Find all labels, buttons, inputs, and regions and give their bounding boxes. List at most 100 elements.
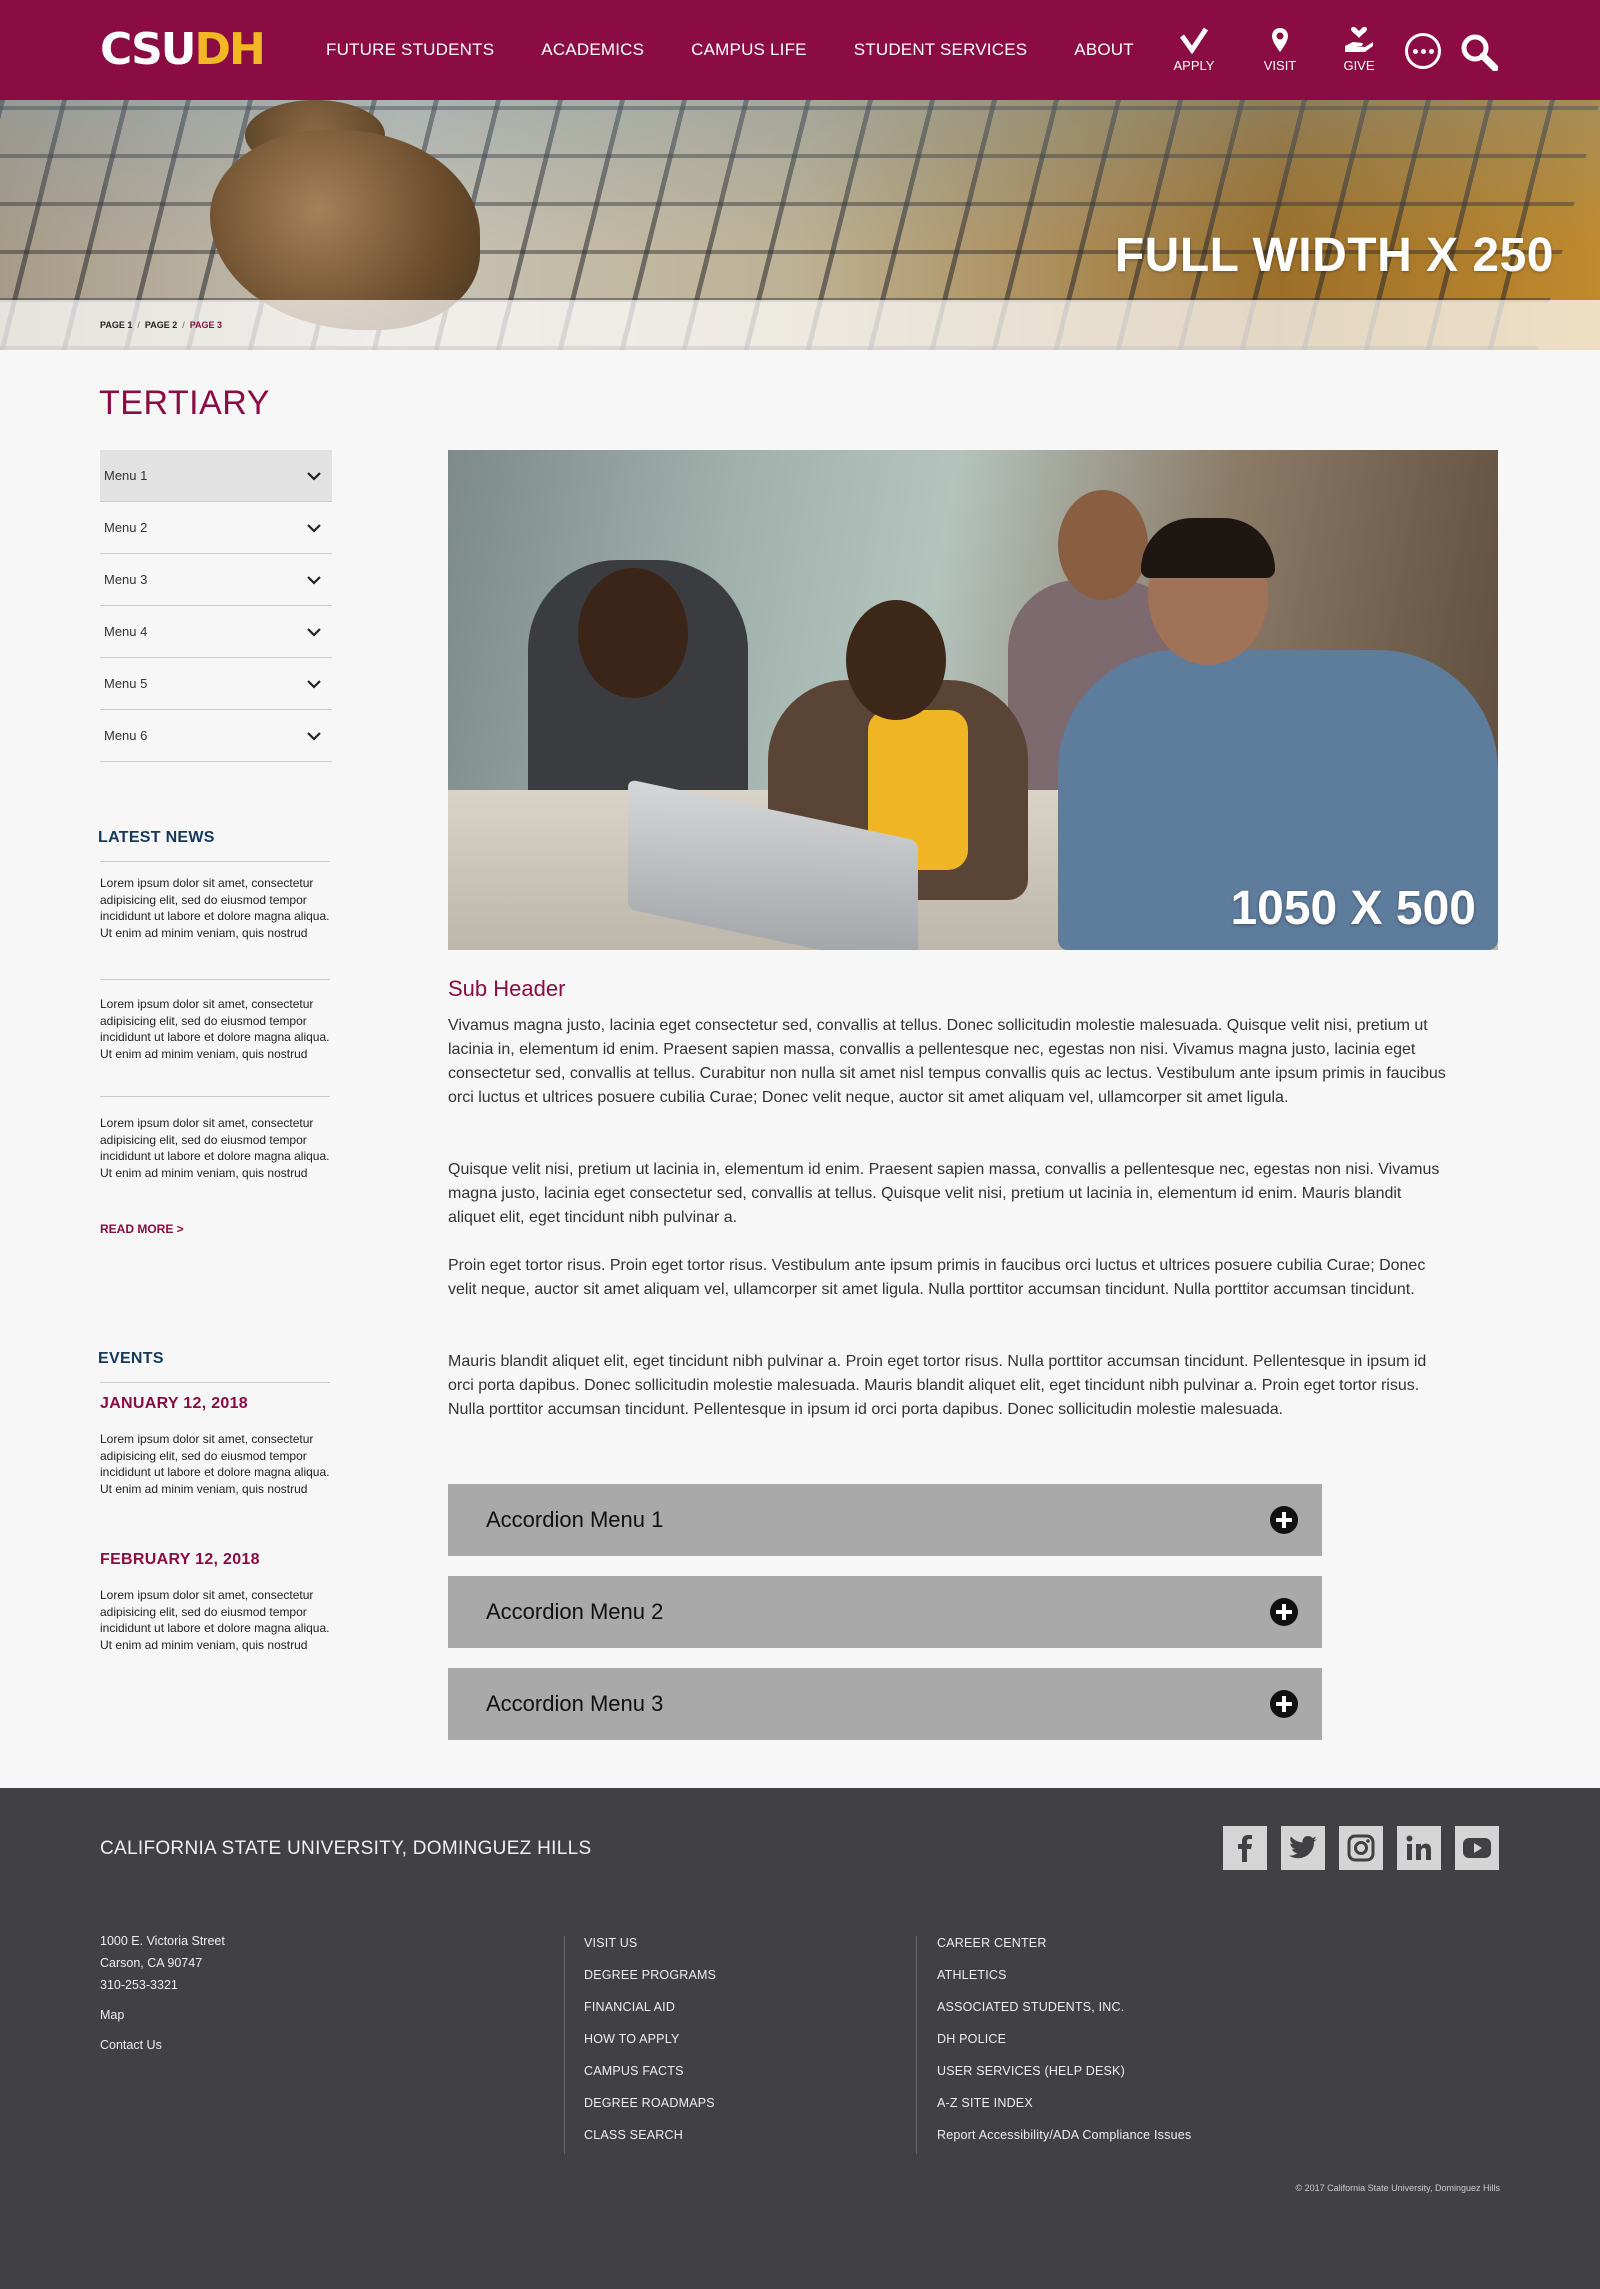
event-date[interactable]: JANUARY 12, 2018 (100, 1395, 248, 1413)
footer-link-user-services[interactable]: USER SERVICES (HELP DESK) (937, 2064, 1191, 2096)
footer-link-athletics[interactable]: ATHLETICS (937, 1968, 1191, 2000)
footer-link-how-to-apply[interactable]: HOW TO APPLY (584, 2032, 716, 2064)
breadcrumb-separator: / (182, 320, 185, 330)
footer-link-class-search[interactable]: CLASS SEARCH (584, 2128, 716, 2160)
apply-label: APPLY (1173, 58, 1215, 73)
give-link[interactable]: GIVE (1329, 26, 1389, 73)
footer-link-campus-facts[interactable]: CAMPUS FACTS (584, 2064, 716, 2096)
footer-link-visit-us[interactable]: VISIT US (584, 1936, 716, 1968)
divider (100, 1096, 330, 1097)
breadcrumb-page-2[interactable]: PAGE 2 (145, 320, 177, 330)
footer-link-associated-students[interactable]: ASSOCIATED STUDENTS, INC. (937, 2000, 1191, 2032)
footer-link-degree-roadmaps[interactable]: DEGREE ROADMAPS (584, 2096, 716, 2128)
divider (100, 1382, 330, 1383)
event-description: Lorem ipsum dolor sit amet, consectetur … (100, 1588, 330, 1652)
menu-label: Menu 6 (104, 728, 148, 743)
sidebar-menu-4[interactable]: Menu 4 (100, 606, 332, 658)
top-navigation-bar: CSUDH FUTURE STUDENTS ACADEMICS CAMPUS L… (0, 0, 1600, 100)
chevron-down-icon (307, 523, 321, 533)
address-phone[interactable]: 310-253-3321 (100, 1974, 225, 1996)
divider (100, 861, 330, 862)
breadcrumb-bar (0, 300, 1600, 350)
sidebar-menu-3[interactable]: Menu 3 (100, 554, 332, 606)
accordion-menu-2[interactable]: Accordion Menu 2 (448, 1576, 1322, 1648)
events-heading: EVENTS (98, 1350, 164, 1367)
divider (100, 979, 330, 980)
news-item[interactable]: Lorem ipsum dolor sit amet, consectetur … (100, 996, 330, 1062)
body-paragraph: Vivamus magna justo, lacinia eget consec… (448, 1017, 1446, 1106)
body-paragraph: Proin eget tortor risus. Proin eget tort… (448, 1257, 1426, 1298)
facebook-icon[interactable] (1223, 1826, 1267, 1870)
more-options-icon[interactable] (1405, 33, 1441, 69)
breadcrumb-page-1[interactable]: PAGE 1 (100, 320, 132, 330)
visit-link[interactable]: VISIT (1250, 26, 1310, 73)
footer-links-col-2: VISIT US DEGREE PROGRAMS FINANCIAL AID H… (584, 1936, 716, 2160)
footer-links-col-3: CAREER CENTER ATHLETICS ASSOCIATED STUDE… (937, 1936, 1191, 2160)
footer-divider (916, 1936, 917, 2154)
sidebar-menu-6[interactable]: Menu 6 (100, 710, 332, 762)
nav-campus-life[interactable]: CAMPUS LIFE (691, 40, 807, 60)
apply-link[interactable]: APPLY (1164, 26, 1224, 73)
visit-label: VISIT (1263, 58, 1297, 73)
footer-link-accessibility[interactable]: Report Accessibility/ADA Compliance Issu… (937, 2128, 1191, 2160)
nav-academics[interactable]: ACADEMICS (541, 40, 644, 60)
menu-label: Menu 3 (104, 572, 148, 587)
nav-about[interactable]: ABOUT (1074, 40, 1134, 60)
tertiary-menu: Menu 1 Menu 2 Menu 3 Menu 4 Menu 5 Menu … (100, 450, 332, 762)
give-label: GIVE (1343, 58, 1375, 73)
breadcrumb: PAGE 1 / PAGE 2 / PAGE 3 (100, 320, 222, 330)
contact-us-link[interactable]: Contact Us (100, 2034, 225, 2056)
breadcrumb-separator: / (137, 320, 140, 330)
address-street: 1000 E. Victoria Street (100, 1934, 225, 1948)
plus-circle-icon (1270, 1690, 1298, 1718)
section-title: TERTIARY (99, 384, 270, 422)
chevron-down-icon (307, 731, 321, 741)
accordion-menu-1[interactable]: Accordion Menu 1 (448, 1484, 1322, 1556)
news-item[interactable]: Lorem ipsum dolor sit amet, consectetur … (100, 1115, 330, 1181)
instagram-icon[interactable] (1339, 1826, 1383, 1870)
giving-hand-icon (1345, 26, 1373, 52)
chevron-down-icon (307, 471, 321, 481)
event-date[interactable]: FEBRUARY 12, 2018 (100, 1551, 260, 1569)
footer-link-career-center[interactable]: CAREER CENTER (937, 1936, 1191, 1968)
body-paragraph: Mauris blandit aliquet elit, eget tincid… (448, 1353, 1427, 1418)
sidebar-menu-5[interactable]: Menu 5 (100, 658, 332, 710)
youtube-icon[interactable] (1455, 1826, 1499, 1870)
sidebar-menu-2[interactable]: Menu 2 (100, 502, 332, 554)
footer-link-dh-police[interactable]: DH POLICE (937, 2032, 1191, 2064)
nav-student-services[interactable]: STUDENT SERVICES (854, 40, 1028, 60)
linkedin-icon[interactable] (1397, 1826, 1441, 1870)
chevron-down-icon (307, 679, 321, 689)
search-icon[interactable] (1460, 33, 1499, 76)
chevron-down-icon (307, 627, 321, 637)
latest-news-heading: LATEST NEWS (98, 829, 215, 846)
plus-circle-icon (1270, 1506, 1298, 1534)
footer-link-degree-programs[interactable]: DEGREE PROGRAMS (584, 1968, 716, 2000)
nav-future-students[interactable]: FUTURE STUDENTS (326, 40, 494, 60)
breadcrumb-current: PAGE 3 (189, 320, 223, 330)
csudh-logo[interactable]: CSUDH (100, 28, 266, 72)
footer-link-financial-aid[interactable]: FINANCIAL AID (584, 2000, 716, 2032)
sub-header: Sub Header (448, 976, 566, 1001)
feature-image: 1050 X 500 (448, 450, 1498, 950)
accordion-label: Accordion Menu 1 (486, 1507, 664, 1532)
twitter-icon[interactable] (1281, 1826, 1325, 1870)
logo-dh: DH (194, 24, 266, 75)
plus-circle-icon (1270, 1598, 1298, 1626)
map-pin-icon (1272, 28, 1288, 52)
footer-university-name: CALIFORNIA STATE UNIVERSITY, DOMINGUEZ H… (100, 1838, 592, 1859)
read-more-link[interactable]: READ MORE > (100, 1222, 184, 1236)
sidebar-menu-1[interactable]: Menu 1 (100, 450, 332, 502)
map-link[interactable]: Map (100, 2004, 225, 2026)
main-nav: FUTURE STUDENTS ACADEMICS CAMPUS LIFE ST… (326, 0, 1181, 100)
site-footer: CALIFORNIA STATE UNIVERSITY, DOMINGUEZ H… (0, 1788, 1600, 2289)
footer-address: 1000 E. Victoria Street Carson, CA 90747… (100, 1930, 225, 2056)
accordion-menu-3[interactable]: Accordion Menu 3 (448, 1668, 1322, 1740)
footer-link-site-index[interactable]: A-Z SITE INDEX (937, 2096, 1191, 2128)
news-item[interactable]: Lorem ipsum dolor sit amet, consectetur … (100, 875, 330, 941)
menu-label: Menu 5 (104, 676, 148, 691)
footer-divider (564, 1936, 565, 2154)
accordion-label: Accordion Menu 3 (486, 1691, 664, 1716)
address-city: Carson, CA 90747 (100, 1956, 203, 1970)
hero-title: FULL WIDTH X 250 (1114, 229, 1554, 282)
